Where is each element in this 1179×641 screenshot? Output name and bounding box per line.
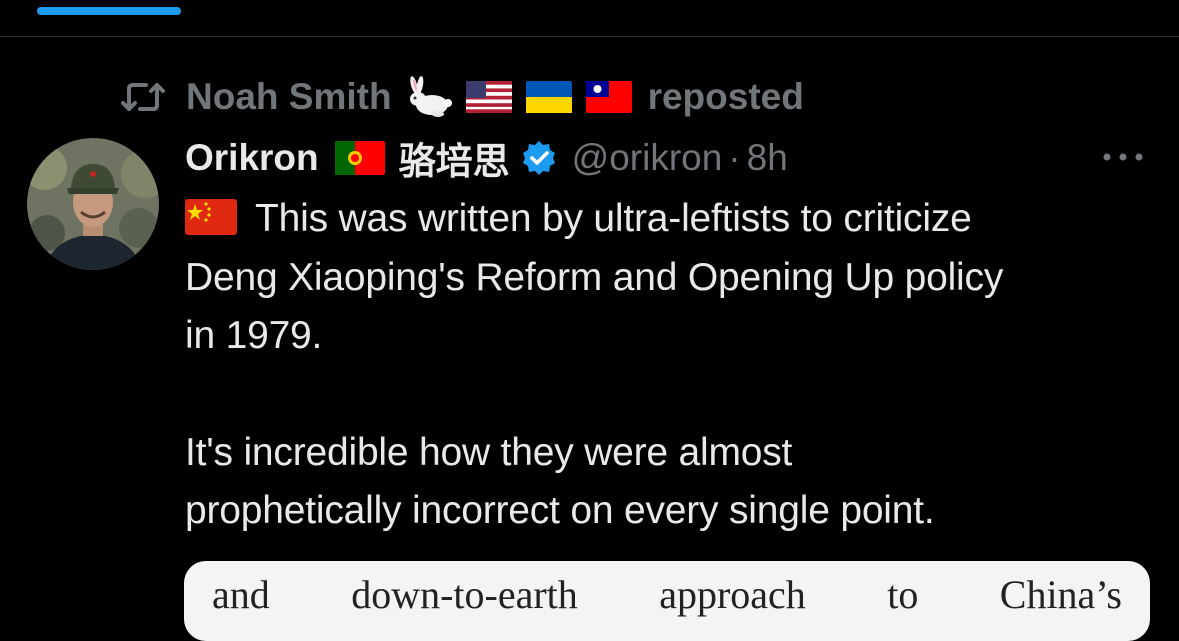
media-word: China’s bbox=[999, 572, 1122, 617]
media-word: to bbox=[887, 572, 919, 617]
author-handle[interactable]: @orikron bbox=[572, 137, 723, 179]
avatar-image bbox=[27, 138, 159, 270]
author-avatar[interactable] bbox=[27, 138, 159, 270]
tweet-line: It's incredible how they were almost bbox=[185, 430, 793, 474]
reposted-label: reposted bbox=[647, 76, 804, 117]
tweet-line: in 1979. bbox=[185, 314, 323, 357]
tweet-paragraph-1: This was written by ultra-leftists to cr… bbox=[185, 190, 1160, 366]
reposter-name: Noah Smith bbox=[186, 76, 392, 117]
tweet-paragraph-2: It's incredible how they were almost pro… bbox=[185, 424, 1160, 541]
media-word: approach bbox=[659, 572, 806, 617]
media-text-line: and down-to-earth approach to China’s bbox=[212, 571, 1122, 618]
tweet-line: Deng Xiaoping's Reform and Opening Up po… bbox=[185, 255, 1004, 299]
media-word: down-to-earth bbox=[351, 572, 578, 617]
ukraine-flag-icon bbox=[525, 81, 572, 113]
author-chinese-name: 骆培思 bbox=[398, 140, 510, 183]
media-word: and bbox=[212, 572, 270, 617]
rabbit-icon bbox=[409, 76, 452, 117]
meta-separator: · bbox=[728, 137, 741, 178]
active-tab-indicator bbox=[37, 7, 181, 15]
more-options-icon[interactable] bbox=[1101, 150, 1145, 164]
author-display-name[interactable]: Orikron bbox=[185, 137, 319, 179]
tweet-text: This was written by ultra-leftists to cr… bbox=[185, 190, 1160, 541]
verified-badge-icon[interactable] bbox=[520, 139, 558, 177]
tweet-media-image[interactable]: and down-to-earth approach to China’s bbox=[184, 561, 1150, 641]
tweet-header: Orikron 骆培思 @orikron · 8h bbox=[185, 132, 1165, 184]
repost-context[interactable]: Noah Smith reposted bbox=[120, 74, 804, 120]
taiwan-flag-icon bbox=[585, 81, 632, 113]
china-flag-icon bbox=[185, 199, 237, 235]
tweet-timestamp[interactable]: 8h bbox=[747, 137, 788, 179]
portugal-flag-icon bbox=[334, 141, 385, 175]
repost-icon bbox=[121, 83, 165, 111]
tweet-line: prophetically incorrect on every single … bbox=[185, 489, 935, 532]
tweet-line: This was written by ultra-leftists to cr… bbox=[185, 190, 1160, 249]
header-divider bbox=[0, 36, 1179, 37]
us-flag-icon bbox=[465, 81, 512, 113]
